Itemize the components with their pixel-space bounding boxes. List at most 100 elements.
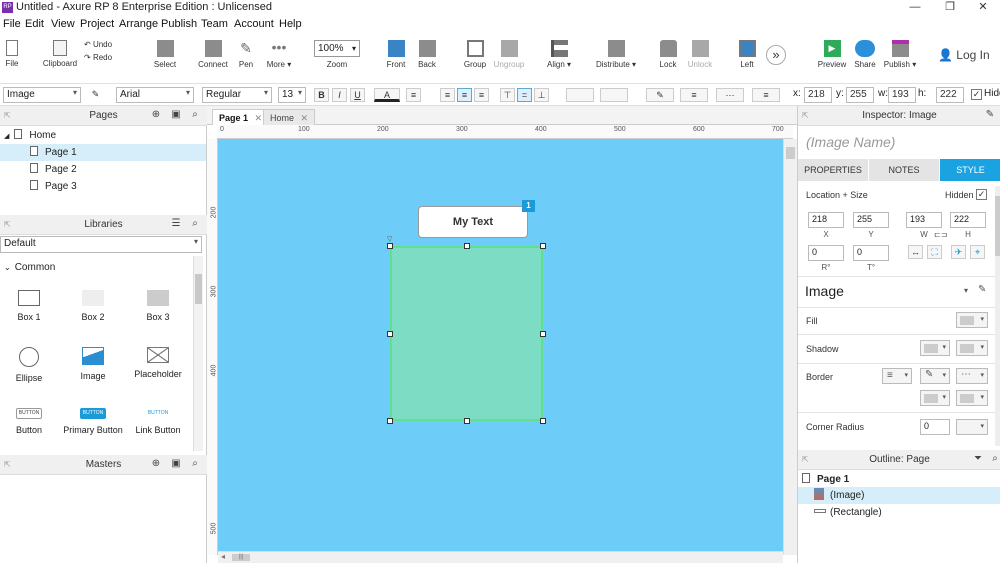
overflow-button[interactable]: » [766,45,786,65]
add-folder-icon[interactable]: ▣ [170,109,182,121]
menu-team[interactable]: Team [201,18,228,30]
library-item-box1[interactable]: Box 1 [0,290,64,322]
pin-icon[interactable]: ⇱ [4,106,11,126]
library-item-link-button[interactable]: BUTTON Link Button [123,408,193,435]
edit-style-icon[interactable]: ✎ [978,284,986,295]
add-page-icon[interactable]: ⊕ [150,109,162,121]
page-tree-item-page3[interactable]: Page 3 [0,178,206,195]
menu-view[interactable]: View [51,18,75,30]
menu-icon[interactable]: ☰ [170,218,182,230]
w-input[interactable]: 193 [888,87,916,103]
hidden-checkbox[interactable]: ✓ [976,189,987,200]
library-item-box3[interactable]: Box 3 [123,290,193,322]
unlock-button[interactable]: Unlock [686,40,714,69]
resize-handle[interactable] [464,418,470,424]
widget-name-input[interactable]: (Image Name) [806,134,895,150]
resize-handle[interactable] [387,331,393,337]
menu-file[interactable]: File [3,18,21,30]
search-icon[interactable]: ⌕ [989,453,1000,465]
maximize-button[interactable]: ❐ [935,0,965,16]
scroll-thumb[interactable]: ||| [232,554,250,561]
zoom-select[interactable]: 100% ▾ [314,40,360,57]
clipboard-button[interactable]: Clipboard [40,40,80,68]
canvas-vertical-scrollbar[interactable] [783,139,797,555]
font-family-select[interactable]: Arial ▾ [116,87,194,103]
font-size-select[interactable]: 13 ▾ [278,87,306,103]
library-group-common[interactable]: ⌄ Common [4,259,194,276]
library-item-image[interactable]: Image [58,347,128,381]
note-badge[interactable]: 1 [522,200,535,212]
scroll-thumb[interactable] [786,147,795,159]
preview-button[interactable]: ▶ Preview [814,40,850,69]
align-button[interactable]: Align ▾ [544,40,574,69]
left-button[interactable]: Left [736,40,758,69]
bullet-list-icon[interactable]: ≡ [406,88,421,102]
library-item-primary-button[interactable]: BUTTON Primary Button [58,408,128,435]
more-button[interactable]: ••• More ▾ [264,40,294,69]
valign-middle-icon[interactable]: = [517,88,532,102]
arrow-style-picker[interactable]: ≡ [752,88,780,102]
x-input[interactable]: 218 [804,87,832,103]
text-color-picker[interactable]: A [374,88,400,102]
redo-button[interactable]: ↷ Redo [84,53,120,62]
corner-radius-field[interactable]: 0 [920,419,950,435]
hidden-checkbox[interactable]: ✓ [971,89,982,100]
resize-handle[interactable] [387,418,393,424]
select-button[interactable]: Select [145,40,185,69]
menu-account[interactable]: Account [234,18,274,30]
arrow-style-picker[interactable]: ▾ [956,390,988,406]
connect-button[interactable]: Connect [195,40,231,69]
outer-shadow-picker[interactable]: ▾ [920,340,950,356]
front-button[interactable]: Front [384,40,408,69]
library-item-placeholder[interactable]: Placeholder [123,347,193,379]
fit-text-width-icon[interactable]: ↔ [908,245,923,259]
y-input[interactable]: 255 [846,87,874,103]
collapse-icon[interactable]: ◢ [4,133,9,140]
italic-button[interactable]: I [332,88,347,102]
library-select[interactable]: Default ▾ [0,236,202,253]
chevron-down-icon[interactable]: ▾ [964,286,968,295]
text-rotation-field[interactable]: 0 [853,245,889,261]
outline-item-image[interactable]: (Image) [798,487,1000,504]
outline-page[interactable]: Page 1 [798,471,1000,488]
add-folder-icon[interactable]: ▣ [170,458,182,470]
search-icon[interactable]: ⌕ [189,218,201,230]
valign-top-icon[interactable]: ⊤ [500,88,515,102]
undo-button[interactable]: ↶ Undo [84,40,120,49]
ungroup-button[interactable]: Ungroup [493,40,525,69]
fit-text-height-icon[interactable]: ⛶ [927,245,942,259]
login-button[interactable]: 👤 Log In [938,48,990,62]
pin-icon[interactable]: ⇱ [802,106,809,126]
pen-button[interactable]: ✎ Pen [234,40,258,69]
close-button[interactable]: ✕ [968,0,998,16]
library-item-ellipse[interactable]: Ellipse [0,347,64,383]
page-tree-item-page2[interactable]: Page 2 [0,161,206,178]
resize-handle[interactable] [540,418,546,424]
scroll-left-icon[interactable]: ◂ [221,552,225,561]
border-width-picker[interactable]: ≡ ▾ [882,368,912,384]
border-color-picker[interactable]: ✎ ▾ [920,368,950,384]
font-weight-select[interactable]: Regular ▾ [202,87,272,103]
resize-handle[interactable] [540,331,546,337]
tab-notes[interactable]: NOTES [869,159,939,181]
tab-style[interactable]: STYLE [940,159,1000,181]
y-field[interactable]: 255 [853,212,889,228]
library-item-box2[interactable]: Box 2 [58,290,128,322]
h-field[interactable]: 222 [950,212,986,228]
align-center-icon[interactable]: ≡ [457,88,472,102]
rotation-field[interactable]: 0 [808,245,844,261]
bold-button[interactable]: B [314,88,329,102]
page-tree-item-page1[interactable]: Page 1 [0,144,206,161]
resize-handle[interactable] [464,243,470,249]
selected-image-widget[interactable] [390,246,543,421]
add-master-icon[interactable]: ⊕ [150,458,162,470]
close-icon[interactable]: ✕ [301,113,309,123]
canvas-horizontal-scrollbar[interactable]: ◂ ||| [218,551,783,563]
menu-arrange[interactable]: Arrange [119,18,158,30]
library-item-button[interactable]: BUTTON Button [0,408,64,435]
pin-icon[interactable]: ⇱ [4,215,11,235]
corner-picker[interactable]: ▾ [956,419,988,435]
widget-type-select[interactable]: Image ▾ [3,87,81,103]
filter-icon[interactable]: ⏷ [972,453,984,465]
search-icon[interactable]: ⌕ [189,458,201,470]
